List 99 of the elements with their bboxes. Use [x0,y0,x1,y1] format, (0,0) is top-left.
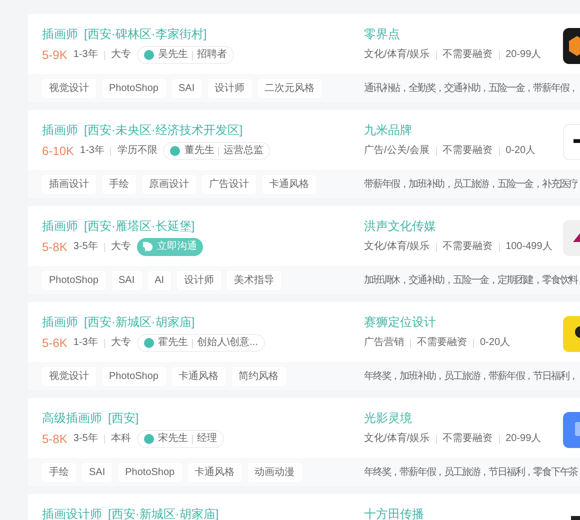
benefits-text: 通讯补贴，全勤奖，交通补助，五险一金，带薪年假， [364,82,578,96]
skill-tag: SAI [172,78,202,98]
education: 大专 [110,48,131,62]
chat-icon [142,242,154,252]
recruiter-role: 运营总监 [223,144,264,158]
education: 学历不限 [117,144,158,158]
salary: 6-10K [42,143,74,160]
recruiter-role: 创始人\创意... [196,336,258,350]
skill-tag: 卡通风格 [188,462,242,482]
chat-now-button[interactable]: 立即沟通 [136,238,203,256]
recruiter-name: 霍先生 [158,336,188,350]
education: 本科 [110,432,131,446]
job-location: [西安] [108,410,139,426]
experience: 3-5年 [73,240,98,254]
experience: 1-3年 [73,336,98,350]
skill-tag: 二次元风格 [258,78,322,98]
experience: 1-3年 [80,144,104,158]
job-location: [西安·未央区·经济技术开发区] [84,122,243,138]
company-name[interactable]: 十方田传播 [364,506,563,520]
skill-tag: PhotoShop [102,78,166,98]
skill-tag: 广告设计 [202,174,256,194]
avatar-icon [144,434,154,444]
skill-tag: PhotoShop [42,270,106,290]
company-funding: 不需要融资 [442,48,493,62]
job-location: [西安·碑林区·李家街村] [84,26,207,42]
recruiter-name: 宋先生 [158,432,188,446]
experience: 1-3年 [73,48,98,62]
job-title[interactable]: 插画设计师 [42,506,102,520]
skill-tag: SAI [82,462,112,482]
job-location: [西安·新城区·胡家庙] [84,314,195,330]
company-industry: 文化/体育/娱乐 [364,240,430,254]
skill-tag: AI [148,270,172,290]
job-title[interactable]: 插画师 [42,218,78,234]
avatar-icon [170,146,180,156]
recruiter-role: 经理 [196,432,217,446]
salary: 5-6K [42,335,68,352]
skill-tag: PhotoShop [102,366,166,386]
skill-tag: 视觉设计 [42,366,96,386]
salary: 5-8K [42,239,68,256]
salary: 5-8K [42,431,68,448]
company-industry: 文化/体育/娱乐 [364,432,430,446]
benefits-text: 年终奖，带薪年假，员工旅游，节日福利，零食下午茶， [364,466,580,480]
skill-tag: 视觉设计 [42,78,96,98]
company-name[interactable]: 赛狮定位设计 [364,314,563,330]
job-location: [西安·雁塔区·长延堡] [84,218,195,234]
skill-tag: 手绘 [42,462,76,482]
skill-tag: 设计师 [177,270,222,290]
skill-tag: 美术指导 [227,270,282,290]
company-name[interactable]: 九米品牌 [364,122,563,138]
recruiter-badge[interactable]: 霍先生 创始人\创意... [136,334,265,352]
skill-tag: 简约风格 [232,366,286,386]
job-card[interactable]: 插画师 [西安·未央区·经济技术开发区] 6-10K 1-3年 学历不限 董先生 运营总监 九米品牌 广告/公关/会展 不需要融资 0-20人 插画设计 手绘 原画设计 广告设计 卡通风格 带薪年假，加班补助，员工旅游，五险一金，补充医疗 [28,110,580,198]
company-size: 0-20人 [480,336,510,350]
skill-tag: 原画设计 [142,174,196,194]
education: 大专 [110,336,131,350]
skill-tag: PhotoShop [118,462,182,482]
benefits-text: 加班调休，交通补助，五险一金，定期团建，零食饮料， [364,274,580,288]
company-industry: 广告/公关/会展 [364,144,430,158]
experience: 3-5年 [73,432,98,446]
benefits-text: 带薪年假，加班补助，员工旅游，五险一金，补充医疗 [364,178,578,192]
avatar-icon [144,338,154,348]
job-card[interactable]: 插画师 [西安·新城区·胡家庙] 5-6K 1-3年 大专 霍先生 创始人\创意... 赛狮定位设计 广告营销 不需要融资 0-20人 视觉设计 PhotoShop 卡通风格 简约风格 年终奖，加班补助，员工旅游，带薪年假，节日福利， [28,302,580,390]
benefits-text: 年终奖，加班补助，员工旅游，带薪年假，节日福利， [364,370,578,384]
company-funding: 不需要融资 [442,240,493,254]
job-title[interactable]: 插画师 [42,26,78,42]
skill-tag: 插画设计 [42,174,96,194]
company-funding: 不需要融资 [442,144,493,158]
education: 大专 [110,240,131,254]
recruiter-name: 吴先生 [158,48,188,62]
salary: 5-9K [42,47,68,64]
recruiter-badge[interactable]: 吴先生 招聘者 [136,46,234,64]
company-size: 0-20人 [506,144,536,158]
job-title[interactable]: 高级插画师 [42,410,102,426]
company-size: 100-499人 [506,240,552,254]
recruiter-badge[interactable]: 董先生 运营总监 [163,142,270,160]
job-title[interactable]: 插画师 [42,122,78,138]
company-size: 20-99人 [506,48,542,62]
company-industry: 广告营销 [364,336,404,350]
skill-tag: 动画动漫 [248,462,302,482]
job-card[interactable]: 插画师 [西安·碑林区·李家街村] 5-9K 1-3年 大专 吴先生 招聘者 零界点 文化/体育/娱乐 不需要融资 20-99人 视觉设计 PhotoShop SAI 设计师 二次元风格 通讯补贴，全勤奖，交通补助，五险一金，带薪年假， [28,14,580,102]
company-funding: 不需要融资 [417,336,467,350]
company-name[interactable]: 光影灵境 [364,410,563,426]
recruiter-role: 招聘者 [196,48,227,62]
skill-tag: 卡通风格 [262,174,316,194]
skill-tag: SAI [112,270,142,290]
job-title[interactable]: 插画师 [42,314,78,330]
skill-tag: 手绘 [102,174,136,194]
company-name[interactable]: 零界点 [364,26,563,42]
job-card[interactable]: 高级插画师 [西安] 5-8K 3-5年 本科 宋先生 经理 光影灵境 文化/体育/娱乐 不需要融资 20-99人 手绘 SAI PhotoShop 卡通风格 动画动漫 年终奖，带薪年假，员工旅游，节日福利，零食下午茶， [28,398,580,486]
recruiter-name: 董先生 [184,144,214,158]
skill-tag: 卡通风格 [172,366,226,386]
recruiter-badge[interactable]: 宋先生 经理 [136,430,224,448]
avatar-icon [144,50,154,60]
job-card[interactable]: 插画师 [西安·雁塔区·长延堡] 5-8K 3-5年 大专 立即沟通 洪声文化传媒 文化/体育/娱乐 不需要融资 100-499人 PhotoShop SAI AI 设计师 美术指导 加班调休，交通补助，五险一金，定期团建，零食饮料， [28,206,580,294]
company-name[interactable]: 洪声文化传媒 [364,218,563,234]
company-funding: 不需要融资 [442,432,493,446]
skill-tag: 设计师 [208,78,252,98]
company-size: 20-99人 [506,432,542,446]
company-industry: 文化/体育/娱乐 [364,48,430,62]
